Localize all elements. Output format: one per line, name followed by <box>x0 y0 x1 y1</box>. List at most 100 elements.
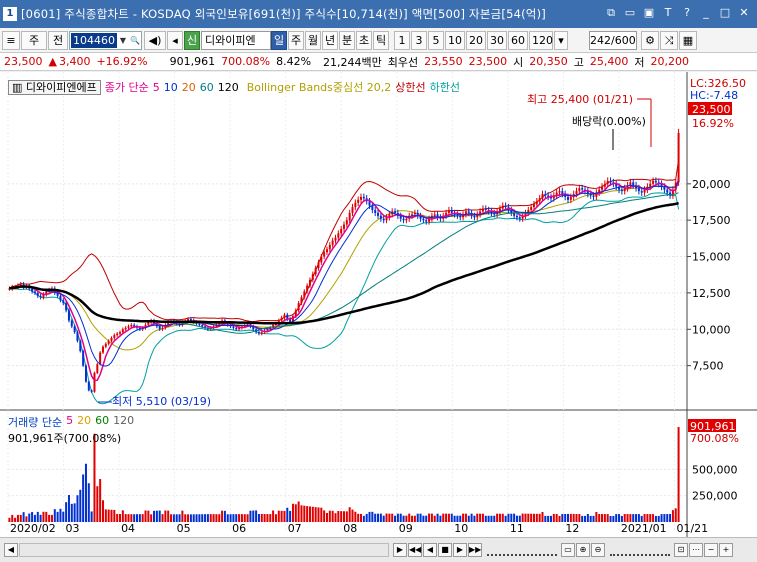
interval-3[interactable]: 3 <box>411 30 427 50</box>
interval-5[interactable]: 5 <box>428 30 444 50</box>
period-month[interactable]: 월 <box>305 30 321 50</box>
plus-icon[interactable]: + <box>719 543 733 557</box>
interval-dropdown-icon[interactable]: ▾ <box>554 30 568 50</box>
display-count-input[interactable]: 242/600 <box>589 30 637 50</box>
candle-body <box>99 352 102 365</box>
legend-ma20[interactable]: 20 <box>182 81 196 94</box>
legend-ma10[interactable]: 10 <box>164 81 178 94</box>
open-label: 시 <box>513 55 524 69</box>
vol-legend-label[interactable]: 거래량 단순 <box>8 414 62 430</box>
play-icon[interactable]: ▶ <box>453 543 467 557</box>
play-back-icon[interactable]: ◀ <box>423 543 437 557</box>
period-year[interactable]: 년 <box>322 30 338 50</box>
scroll-left-icon[interactable]: ◀ <box>4 543 18 557</box>
new-check[interactable]: 신 <box>184 30 200 50</box>
volume-bar <box>144 510 147 522</box>
legend-stock[interactable]: ▥ 디와이피엔에프 <box>8 79 101 95</box>
legend-ma-label[interactable]: 종가 단순 <box>105 79 149 95</box>
volume-bar <box>252 510 255 522</box>
candle-body <box>116 333 119 336</box>
volume-bar <box>510 513 513 522</box>
period-second[interactable]: 초 <box>356 30 372 50</box>
volume-bar <box>167 510 170 522</box>
scroll-track[interactable] <box>19 543 389 557</box>
volume-bar <box>445 513 448 522</box>
save-icon[interactable]: ▣ <box>642 6 656 20</box>
volume-bar <box>195 514 198 522</box>
restore-icon[interactable]: ⧉ <box>604 6 618 20</box>
candle-body <box>232 326 235 328</box>
legend-ma60[interactable]: 60 <box>200 81 214 94</box>
chart-setting-icon[interactable]: ⚙ <box>641 30 659 50</box>
legend-bb-upper[interactable]: 상한선 <box>395 79 425 95</box>
candle-body <box>592 195 595 197</box>
interval-120[interactable]: 120 <box>529 30 553 50</box>
zoom-out-icon[interactable]: ⊖ <box>591 543 605 557</box>
volume-bar <box>136 514 139 522</box>
legend-ma5[interactable]: 5 <box>153 81 160 94</box>
volume-bar <box>328 510 331 522</box>
minimize-icon[interactable]: _ <box>699 6 713 20</box>
scroll-right-icon[interactable]: ▶ <box>393 543 407 557</box>
prev-stock-icon[interactable]: ◂ <box>167 30 183 50</box>
maximize-icon[interactable]: □ <box>718 6 732 20</box>
price-chart-svg[interactable]: 20,000 17,500 15,000 12,500 10,000 7,500 500,0… <box>0 72 757 537</box>
interval-1[interactable]: 1 <box>394 30 410 50</box>
pref-label: 최우선 <box>387 55 419 69</box>
candle-body <box>62 300 65 304</box>
legend-ma120[interactable]: 120 <box>218 81 239 94</box>
date-tick-label: 11 <box>510 522 524 535</box>
market-select[interactable]: 주 <box>21 30 47 50</box>
code-search-icon[interactable]: 🔍 <box>129 36 141 45</box>
candle-body <box>201 324 204 327</box>
zoom-window-icon[interactable]: ▭ <box>561 543 575 557</box>
volume-bar <box>36 511 39 522</box>
stock-code-input[interactable]: 104460 ▼ 🔍 <box>69 30 142 50</box>
period-minute[interactable]: 분 <box>339 30 355 50</box>
tools-icon[interactable]: ⋯ <box>689 543 703 557</box>
interval-10[interactable]: 10 <box>445 30 465 50</box>
vol-legend-ma20[interactable]: 20 <box>77 414 91 430</box>
volume-bar <box>615 514 618 522</box>
interval-30[interactable]: 30 <box>487 30 507 50</box>
chart-area[interactable]: 20,000 17,500 15,000 12,500 10,000 7,500 500,0… <box>0 72 757 562</box>
volume-bar <box>643 513 646 522</box>
crosshair-icon[interactable]: ⊡ <box>674 543 688 557</box>
period-week[interactable]: 주 <box>288 30 304 50</box>
candle-body <box>119 332 121 334</box>
legend-bb[interactable]: Bollinger Bands중심선 20,2 <box>247 79 392 95</box>
zoom-slider[interactable] <box>610 544 670 556</box>
volume-bar <box>535 513 538 522</box>
period-tick[interactable]: 틱 <box>373 30 389 50</box>
compare-icon[interactable]: ⤨ <box>660 30 678 50</box>
layout-icon[interactable]: ▭ <box>623 6 637 20</box>
stop-icon[interactable]: ■ <box>438 543 452 557</box>
minus-icon[interactable]: − <box>704 543 718 557</box>
interval-20[interactable]: 20 <box>466 30 486 50</box>
volume-bar <box>334 513 337 522</box>
volume-bar <box>303 505 306 522</box>
list-icon[interactable]: ≡ <box>2 30 20 50</box>
help-icon[interactable]: ? <box>680 6 694 20</box>
grid-icon[interactable]: ▦ <box>679 30 697 50</box>
legend-bb-lower[interactable]: 하한선 <box>430 79 460 95</box>
vol-legend-ma60[interactable]: 60 <box>95 414 109 430</box>
interval-60[interactable]: 60 <box>508 30 528 50</box>
period-day[interactable]: 일 <box>271 30 287 50</box>
zoom-in-icon[interactable]: ⊕ <box>576 543 590 557</box>
close-icon[interactable]: ✕ <box>737 6 751 20</box>
total-select[interactable]: 전 <box>48 30 68 50</box>
rewind-icon[interactable]: ◀◀ <box>408 543 422 557</box>
volume-bar <box>635 514 638 522</box>
candle-body <box>96 364 99 373</box>
volume-bar <box>479 513 482 522</box>
vol-legend-ma120[interactable]: 120 <box>113 414 134 430</box>
speaker-icon[interactable]: ◀) <box>144 30 166 50</box>
volume-bar <box>257 514 260 522</box>
speed-slider[interactable] <box>487 544 557 556</box>
code-dropdown-icon[interactable]: ▼ <box>117 36 129 45</box>
vol-legend-ma5[interactable]: 5 <box>66 414 73 430</box>
price-change-pct: +16.92% <box>96 55 148 68</box>
fast-forward-icon[interactable]: ▶▶ <box>468 543 482 557</box>
font-icon[interactable]: T <box>661 6 675 20</box>
